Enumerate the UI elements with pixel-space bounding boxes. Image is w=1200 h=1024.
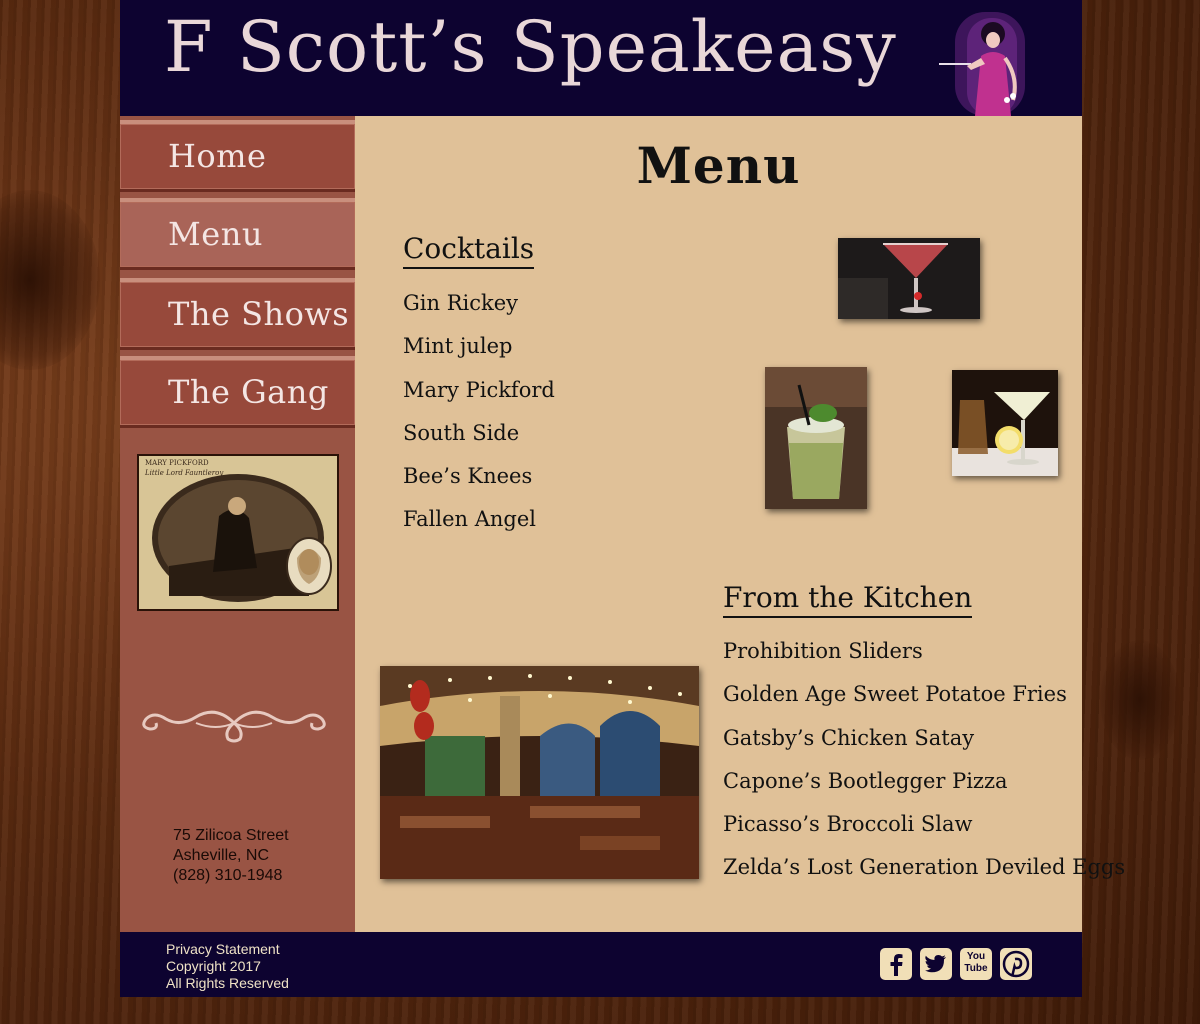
footer-text: Privacy Statement Copyright 2017 All Rig… [166,941,289,992]
cocktail-photo-bees-knees [952,370,1058,476]
kitchen-heading: From the Kitchen [723,581,973,618]
social-links: You Tube [880,948,1032,980]
list-item: South Side [403,420,520,445]
poster-caption: Mary Pickford [145,459,209,467]
list-item: Prohibition Sliders [723,639,923,663]
nav-item-home[interactable]: Home [120,120,355,192]
address-block: 75 Zilicoa Street Asheville, NC (828) 31… [173,826,289,886]
pinterest-icon[interactable] [1000,948,1032,980]
mary-pickford-poster: Mary Pickford Little Lord Fauntleroy [137,454,339,611]
cocktails-heading: Cocktails [403,232,535,269]
address-street: 75 Zilicoa Street [173,827,289,844]
kitchen-list: Prohibition Sliders Golden Age Sweet Pot… [723,630,1125,890]
nav-item-the-shows[interactable]: The Shows [120,278,355,350]
page-title: Menu [636,136,801,195]
privacy-statement-link[interactable]: Privacy Statement [166,941,289,958]
nav-item-the-gang[interactable]: The Gang [120,356,355,428]
restaurant-interior-photo [380,666,699,879]
youtube-label: You Tube [964,951,988,974]
list-item: Fallen Angel [403,507,537,532]
list-item: Mint julep [403,334,513,359]
list-item: Bee’s Knees [403,464,533,489]
main-content: Menu Cocktails Gin Rickey Mint julep Mar… [355,116,1125,932]
address-city: Asheville, NC [173,847,270,864]
twitter-icon[interactable] [920,948,952,980]
address-phone: (828) 310-1948 [173,867,283,884]
poster-subcaption: Little Lord Fauntleroy [145,469,224,477]
nav-item-label: The Shows [168,295,350,333]
cocktail-photo-martini [838,238,980,319]
youtube-icon[interactable]: You Tube [960,948,992,980]
wood-knot [0,190,100,370]
rights-text: All Rights Reserved [166,975,289,991]
nav-item-label: Home [168,137,267,175]
sidebar: Home Menu The Shows The Gang Mary Pickfo [120,116,355,932]
site-container: F Scott’s Speakeasy Home Menu The Shows … [120,0,1125,997]
list-item: Mary Pickford [403,377,555,402]
list-item: Golden Age Sweet Potatoe Fries [723,682,1067,707]
decorative-flourish [142,710,326,743]
site-footer: Privacy Statement Copyright 2017 All Rig… [120,932,1082,997]
cocktail-photo-mint-julep [765,367,867,509]
list-item: Picasso’s Broccoli Slaw [723,812,973,837]
site-header: F Scott’s Speakeasy [120,0,1082,116]
site-title[interactable]: F Scott’s Speakeasy [164,6,897,88]
nav-item-label: The Gang [168,373,329,411]
flapper-illustration [939,12,1025,116]
poster-image [139,456,337,609]
cocktails-list: Gin Rickey Mint julep Mary Pickford Sout… [403,282,555,542]
nav-item-menu[interactable]: Menu [120,198,355,270]
list-item: Gin Rickey [403,291,518,315]
copyright-text: Copyright 2017 [166,958,261,974]
list-item: Zelda’s Lost Generation Deviled Eggs [723,855,1126,880]
list-item: Capone’s Bootlegger Pizza [723,768,1008,793]
list-item: Gatsby’s Chicken Satay [723,725,975,750]
nav-item-label: Menu [168,215,263,253]
facebook-icon[interactable] [880,948,912,980]
